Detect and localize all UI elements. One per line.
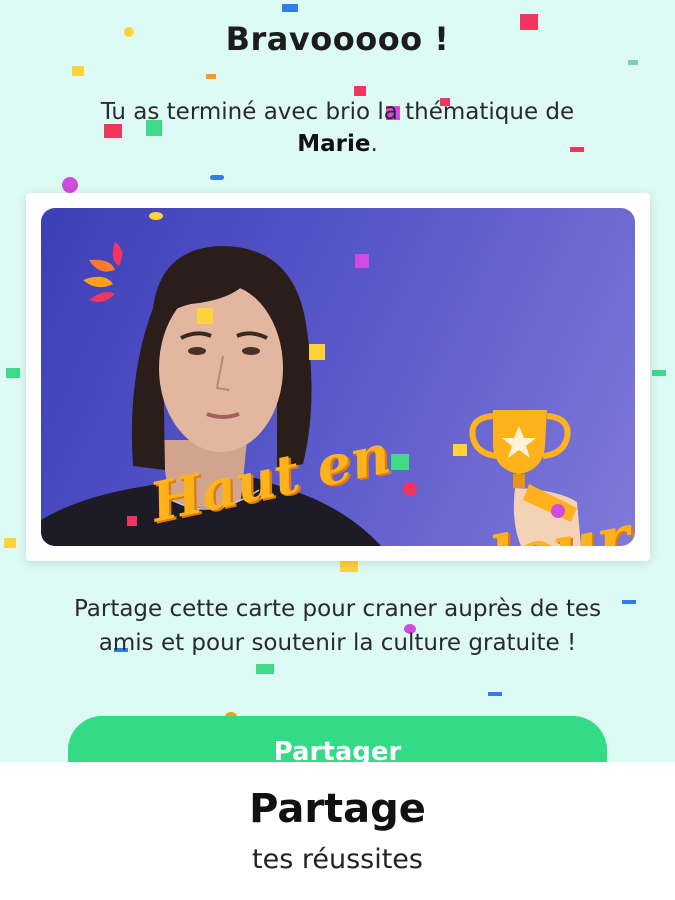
app-screen: Bravooooo ! Tu as terminé avec brio la t… (0, 0, 675, 762)
share-text-line: amis et pour soutenir la culture gratuit… (98, 630, 577, 656)
card-image: Haut en Couleur (41, 208, 635, 546)
brand-logo-icon (83, 242, 123, 302)
confetti (391, 454, 409, 470)
confetti (197, 308, 213, 324)
confetti (206, 74, 216, 79)
confetti (488, 692, 502, 696)
confetti (282, 4, 298, 12)
theme-author-name: Marie (297, 131, 371, 157)
confetti (340, 560, 358, 572)
confetti (354, 86, 366, 96)
share-text-line: Partage cette carte pour craner auprès d… (73, 596, 602, 622)
confetti (72, 66, 84, 76)
confetti (309, 344, 325, 360)
confetti (256, 664, 274, 674)
confetti (453, 444, 467, 456)
confetti (210, 175, 224, 180)
confetti (149, 212, 163, 220)
store-caption: Partage tes réussites (0, 762, 675, 900)
confetti (127, 516, 137, 526)
caption-title: Partage (249, 786, 426, 832)
share-text: Partage cette carte pour craner auprès d… (50, 592, 625, 660)
confetti (4, 538, 16, 548)
caption-subtitle: tes réussites (252, 844, 423, 875)
confetti (628, 60, 638, 65)
intro-text: Tu as terminé avec brio la thématique de… (60, 96, 615, 160)
achievement-card: Haut en Couleur (26, 193, 650, 561)
page-title: Bravooooo ! (225, 20, 450, 58)
intro-period: . (370, 131, 378, 157)
confetti (403, 482, 417, 496)
confetti (62, 177, 78, 193)
confetti (652, 370, 666, 376)
confetti (551, 504, 565, 518)
confetti (355, 254, 369, 268)
intro-line: Tu as terminé avec brio la thématique de (100, 99, 575, 125)
share-button[interactable]: Partager (68, 716, 607, 762)
confetti (6, 368, 20, 378)
